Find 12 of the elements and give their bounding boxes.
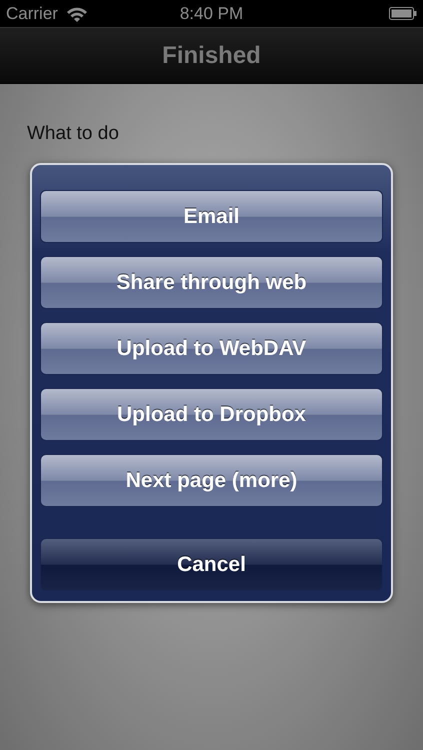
nav-title: Finished: [162, 42, 261, 70]
section-title: What to do: [27, 122, 119, 146]
cancel-button[interactable]: Cancel: [40, 538, 383, 591]
sheet-button[interactable]: Upload to WebDAV: [40, 322, 383, 375]
carrier-name: Carrier: [6, 4, 58, 24]
status-time: 8:40 PM: [180, 4, 244, 24]
wifi-icon: [66, 6, 88, 22]
battery-icon: [389, 7, 417, 20]
sheet-button[interactable]: Upload to Dropbox: [40, 388, 383, 441]
sheet-button[interactable]: Email: [40, 190, 383, 243]
sheet-button[interactable]: Share through web: [40, 256, 383, 309]
sheet-button[interactable]: Next page (more): [40, 454, 383, 507]
